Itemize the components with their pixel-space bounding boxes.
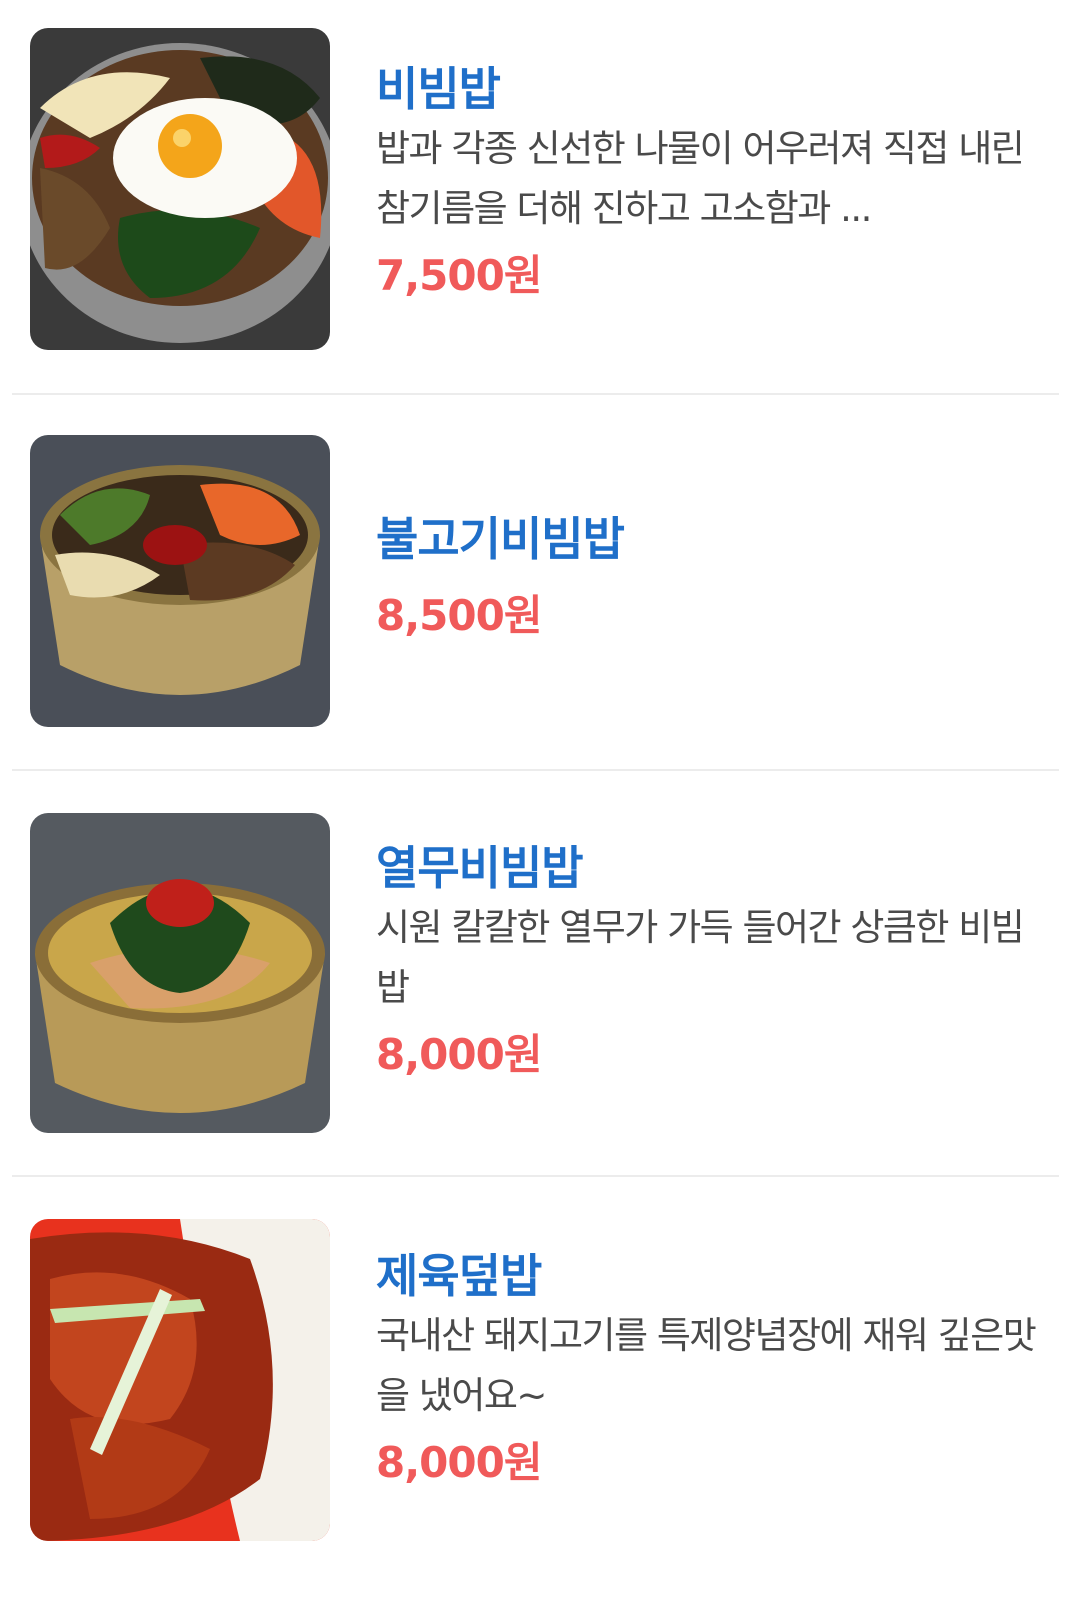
menu-item-price: 7,500원 xyxy=(376,251,543,301)
jeyuk-deopbap-photo xyxy=(30,1219,330,1541)
menu-item-description: 시원 칼칼한 열무가 가득 들어간 상큼한 비빔밥 xyxy=(376,906,1025,1010)
menu-item-bibimbap[interactable]: 비빔밥 밥과 각종 신선한 나물이 어우러져 직접 내린 참기름을 더해 진하고… xyxy=(0,0,1071,395)
menu-item-jeyuk-deopbap[interactable]: 제육덮밥 국내산 돼지고기를 특제양념장에 재워 깊은맛을 냈어요~ 8,000… xyxy=(0,1177,1071,1608)
menu-item-description: 밥과 각종 신선한 나물이 어우러져 직접 내린 참기름을 더해 진하고 고소함… xyxy=(376,127,1025,231)
menu-item-price: 8,000원 xyxy=(376,1030,543,1080)
menu-item-name: 열무비빔밥 xyxy=(376,841,584,895)
menu-item-bulgogi-bibimbap[interactable]: 불고기비빔밥 8,500원 xyxy=(0,395,1071,771)
menu-item-description: 국내산 돼지고기를 특제양념장에 재워 깊은맛을 냈어요~ xyxy=(376,1314,1037,1418)
bibimbap-photo xyxy=(30,28,330,350)
menu-item-yeolmu-bibimbap[interactable]: 열무비빔밥 시원 칼칼한 열무가 가득 들어간 상큼한 비빔밥 8,000원 xyxy=(0,771,1071,1177)
menu-list: 비빔밥 밥과 각종 신선한 나물이 어우러져 직접 내린 참기름을 더해 진하고… xyxy=(0,0,1071,1608)
menu-item-name: 제육덮밥 xyxy=(376,1249,542,1303)
bulgogi-bibimbap-photo xyxy=(30,435,330,727)
menu-item-name: 비빔밥 xyxy=(376,62,501,116)
menu-item-name: 불고기비빔밥 xyxy=(376,512,625,566)
menu-item-price: 8,000원 xyxy=(376,1438,543,1488)
yeolmu-bibimbap-photo xyxy=(30,813,330,1133)
menu-item-price: 8,500원 xyxy=(376,591,543,641)
